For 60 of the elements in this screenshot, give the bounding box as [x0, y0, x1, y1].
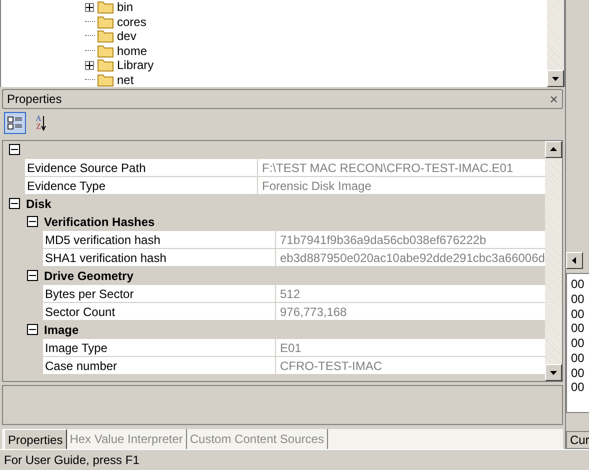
scroll-up-icon — [550, 146, 557, 154]
property-name[interactable]: Evidence Source Path — [25, 159, 258, 176]
alphabetical-sort-button[interactable]: A Z — [30, 112, 52, 134]
folder-icon — [97, 29, 114, 44]
category-title: Disk — [26, 196, 52, 211]
scroll-left-button[interactable] — [566, 252, 583, 270]
tree-item[interactable]: bin — [117, 0, 134, 14]
folder-icon — [97, 44, 114, 58]
tab[interactable]: Properties — [4, 429, 67, 450]
property-name[interactable]: Sector Count — [43, 303, 276, 320]
close-button[interactable]: × — [550, 91, 558, 108]
property-value: Forensic Disk Image — [261, 178, 372, 194]
expand-icon[interactable] — [85, 60, 94, 70]
category-title: Drive Geometry — [44, 268, 134, 283]
property-name[interactable]: Image Type — [43, 339, 276, 356]
category-title: Verification Hashes — [44, 214, 155, 229]
property-name[interactable]: MD5 verification hash — [43, 231, 276, 248]
hex-value: 00 — [570, 366, 586, 380]
hex-value: 00 — [570, 306, 586, 322]
hex-value: 00 — [570, 292, 586, 307]
categorized-button[interactable] — [4, 112, 26, 134]
tree-item[interactable]: net — [117, 72, 134, 87]
arrow-down-icon — [41, 115, 46, 132]
hex-value: 00 — [570, 350, 586, 366]
scroll-up-button[interactable] — [544, 141, 562, 158]
categorized-icon — [7, 115, 23, 132]
tree-item[interactable]: Library — [117, 58, 154, 72]
tree-item[interactable]: cores — [117, 14, 146, 29]
property-value: CFRO-TEST-IMAC — [279, 358, 382, 374]
property-value: F:\TEST MAC RECON\CFRO-TEST-IMAC.E01 — [261, 160, 514, 176]
category-title: Image — [44, 322, 79, 337]
scroll-down-icon — [552, 74, 559, 82]
category-row[interactable]: Disk — [3, 195, 545, 214]
property-name[interactable]: Bytes per Sector — [43, 285, 276, 302]
property-value: 512 — [279, 286, 300, 302]
property-value: 976,773,168 — [279, 304, 347, 320]
folder-icon — [97, 58, 114, 72]
hex-value: 00 — [570, 277, 586, 292]
scroll-left-icon — [570, 257, 578, 264]
property-value: E01 — [279, 340, 302, 356]
hex-value: 00 — [570, 336, 586, 351]
property-value: eb3d887950e020ac10abe92dde291cbc3a66006d — [279, 250, 545, 266]
folder-icon — [97, 14, 114, 29]
expand-icon[interactable] — [85, 2, 94, 12]
status-text: For User Guide, press F1 — [4, 453, 140, 467]
property-name[interactable]: SHA1 verification hash — [43, 249, 276, 266]
folder-icon — [97, 0, 114, 14]
property-name[interactable]: Case number — [43, 357, 276, 374]
scroll-down-button[interactable] — [546, 70, 564, 87]
tab[interactable]: Cur — [566, 431, 589, 449]
scroll-down-button[interactable] — [544, 364, 562, 382]
tree-item[interactable]: home — [117, 44, 148, 58]
hex-value: 00 — [570, 321, 586, 336]
panel-title: Properties — [7, 92, 62, 106]
folder-icon — [97, 72, 114, 87]
property-value: 71b7941f9b36a9da56cb038ef676222b — [279, 232, 486, 248]
hex-value: 00 — [570, 380, 586, 395]
scroll-down-icon — [550, 369, 557, 376]
property-name[interactable]: Evidence Type — [25, 177, 258, 194]
tree-item[interactable]: dev — [117, 29, 136, 44]
